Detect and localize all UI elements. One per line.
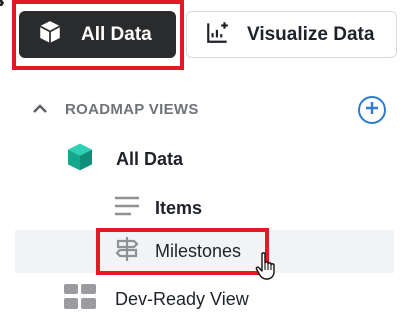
- section-title: ROADMAP VIEWS: [65, 101, 199, 118]
- add-view-button[interactable]: [358, 96, 386, 124]
- visualize-data-button-label: Visualize Data: [247, 23, 375, 45]
- plus-circle-icon: [364, 100, 380, 121]
- hand-pointer-icon: [255, 251, 279, 281]
- tree-item-items[interactable]: Items: [113, 193, 202, 223]
- grid-icon: [64, 283, 96, 315]
- tree-item-dev-ready-view[interactable]: Dev-Ready View: [64, 283, 249, 315]
- chevron-up-icon[interactable]: [30, 99, 50, 119]
- tree-item-label: Items: [155, 197, 203, 218]
- collapse-chevrons-icon[interactable]: ››: [0, 0, 4, 12]
- tree-item-label: Dev-Ready View: [115, 288, 249, 309]
- tree-item-label: All Data: [116, 148, 184, 169]
- visualize-data-button[interactable]: Visualize Data: [186, 11, 397, 58]
- lines-icon: [113, 195, 141, 222]
- highlight-box-all-data: [12, 0, 184, 70]
- cube-icon: [64, 141, 96, 178]
- tree-item-all-data[interactable]: All Data: [64, 143, 183, 175]
- highlight-box-milestones: [96, 228, 269, 275]
- chart-plus-icon: [205, 19, 231, 50]
